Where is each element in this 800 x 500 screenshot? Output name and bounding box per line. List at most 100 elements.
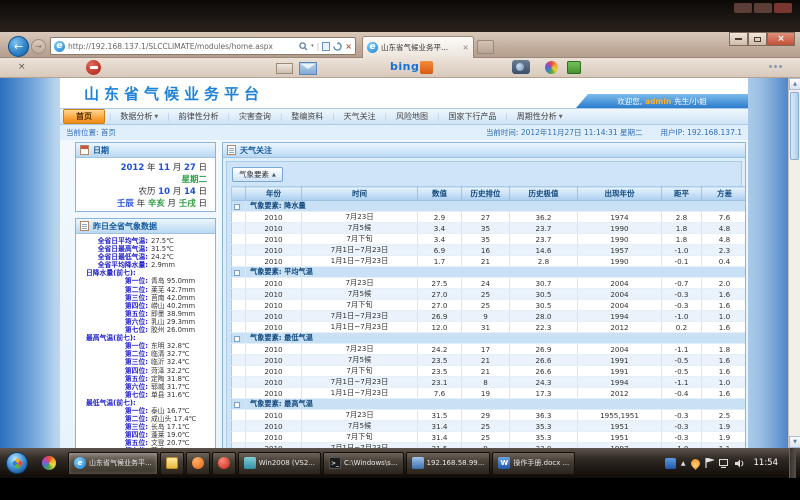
action-center-flag-icon[interactable] [705, 458, 714, 468]
table-cell: 36.3 [510, 410, 578, 421]
ime-indicator[interactable] [665, 458, 676, 469]
nav-item-8[interactable]: 周期性分析▼ [508, 109, 572, 124]
taskbar-button-3[interactable] [212, 452, 236, 475]
table-cell: 1.9 [702, 432, 747, 443]
stop-icon[interactable]: × [345, 42, 352, 51]
taskbar-button-2[interactable] [186, 452, 210, 475]
list-item: 全省日平均气温:27.5℃ [76, 237, 213, 245]
section-checkbox[interactable] [234, 402, 240, 408]
compatibility-icon[interactable] [322, 42, 330, 51]
table-row: 20107月5候31.42535.31951-0.31.9 [232, 421, 747, 432]
search-dropdown-icon[interactable]: ▾ [311, 43, 314, 49]
scroll-down-icon[interactable]: ▼ [789, 436, 800, 448]
ie-icon [74, 457, 86, 469]
element-filter-button[interactable]: 气象要素 ▲ [232, 167, 283, 182]
search-provider-icon[interactable] [420, 61, 433, 74]
section-row[interactable]: 气象要素: 降水量 [232, 201, 747, 212]
taskbar-clock[interactable]: 11:54 [754, 458, 779, 468]
messenger-icon[interactable] [689, 457, 702, 470]
taskbar-button-7[interactable]: 操作手册.docx ... [492, 452, 575, 475]
camera-icon[interactable] [512, 60, 530, 74]
scrollbar-thumb[interactable] [790, 92, 799, 160]
section-row[interactable]: 气象要素: 最高气温 [232, 399, 747, 410]
card-icon[interactable] [276, 63, 293, 74]
browser-tab[interactable]: 山东省气候业务平... × [362, 36, 474, 58]
table-cell: 7月23日 [302, 410, 418, 421]
table-cell: -0.3 [662, 421, 702, 432]
bing-logo[interactable]: bing [390, 60, 419, 73]
table-cell: 1.6 [702, 355, 747, 366]
taskbar-button-6[interactable]: 192.168.58.99... [406, 452, 491, 475]
nav-item-1[interactable]: 数据分析▼ [111, 109, 167, 124]
section-title: 气象要素: 平均气温 [246, 267, 747, 278]
table-cell: -0.5 [662, 355, 702, 366]
pinwheel-icon[interactable] [545, 61, 558, 74]
toolbar-close-icon[interactable]: × [18, 62, 26, 72]
more-options-icon[interactable] [769, 65, 782, 68]
section-checkbox[interactable] [234, 204, 240, 210]
start-button[interactable] [6, 452, 28, 474]
section-checkbox-cell [232, 333, 246, 344]
search-icon[interactable] [299, 42, 308, 51]
table-cell: 35.3 [510, 432, 578, 443]
table-cell: 1994 [578, 311, 662, 322]
network-icon[interactable] [719, 459, 730, 468]
new-tab-button[interactable] [477, 40, 494, 54]
maximize-button[interactable] [748, 32, 767, 46]
table-row: 20107月23日24.21726.92004-1.11.8 [232, 344, 747, 355]
nav-item-0[interactable]: 首页 [63, 109, 105, 124]
refresh-icon[interactable] [333, 42, 342, 51]
welcome-suffix: 先生/小姐 [674, 96, 707, 107]
item-label: 第四位: [76, 367, 148, 375]
table-cell: 1951 [578, 421, 662, 432]
apps-grid-icon[interactable] [567, 61, 581, 74]
nav-item-6[interactable]: 风险地图 [387, 109, 437, 124]
table-cell: 31.5 [418, 410, 462, 421]
volume-icon[interactable] [735, 459, 745, 468]
blocker-icon[interactable] [86, 60, 101, 75]
show-desktop-button[interactable] [789, 448, 796, 478]
minimize-button[interactable] [729, 32, 748, 46]
table-cell: 2010 [246, 421, 302, 432]
section-title: 气象要素: 最低气温 [246, 333, 747, 344]
column-header: 时间 [302, 187, 418, 201]
url-text[interactable]: http://192.168.137.1/SLCCLIMATE/modules/… [68, 42, 296, 51]
item-label: 第四位: [76, 302, 148, 310]
list-item: 第六位:郓城 31.7℃ [76, 383, 213, 391]
taskbar-button-4[interactable]: Win2008 (VS2... [238, 452, 321, 475]
mail-icon[interactable] [299, 62, 317, 75]
back-button[interactable]: ← [8, 36, 29, 57]
nav-item-4[interactable]: 整编资料 [282, 109, 332, 124]
divider: | [317, 42, 320, 51]
table-cell: 2010 [246, 355, 302, 366]
section-row[interactable]: 气象要素: 最低气温 [232, 333, 747, 344]
forward-button[interactable]: → [31, 39, 46, 54]
weather-watch-panel: 天气关注 气象要素 ▲ 年份时间数值历史排位历史极值出现年份距平方差气象要素: … [222, 142, 746, 448]
item-value: 莒南 42.0mm [151, 294, 195, 302]
nav-item-3[interactable]: 灾害查询 [230, 109, 280, 124]
main-nav: 首页|数据分析▼|韵律性分析|灾害查询|整编资料|天气关注|风险地图|国家下行产… [60, 108, 748, 125]
section-row[interactable]: 气象要素: 平均气温 [232, 267, 747, 278]
section-checkbox[interactable] [234, 336, 240, 342]
table-cell: 1.7 [418, 256, 462, 267]
pinned-app-icon[interactable] [42, 456, 56, 470]
address-bar[interactable]: http://192.168.137.1/SLCCLIMATE/modules/… [50, 37, 356, 55]
tab-close-icon[interactable]: × [462, 43, 469, 52]
page-scrollbar[interactable]: ▲ ▼ [788, 78, 800, 448]
nav-item-7[interactable]: 国家下行产品 [439, 109, 505, 124]
close-button[interactable]: × [767, 32, 795, 46]
taskbar-button-1[interactable] [160, 452, 184, 475]
table-cell: 1991 [578, 355, 662, 366]
table-row: 20107月1日~7月23日6.91614.61957-1.02.3 [232, 245, 747, 256]
scroll-up-icon[interactable]: ▲ [789, 78, 800, 90]
table-cell: 1.6 [702, 289, 747, 300]
nav-item-5[interactable]: 天气关注 [335, 109, 385, 124]
show-hidden-icons-arrow[interactable]: ▲ [681, 460, 686, 467]
table-cell: 27.0 [418, 300, 462, 311]
nav-item-2[interactable]: 韵律性分析 [170, 109, 228, 124]
taskbar-button-0[interactable]: 山东省气候业务平... [68, 452, 158, 475]
taskbar-button-5[interactable]: C:\Windows\s... [323, 452, 404, 475]
section-checkbox[interactable] [234, 270, 240, 276]
row-spacer-cell [232, 223, 246, 234]
item-label: 第七位: [76, 326, 148, 334]
